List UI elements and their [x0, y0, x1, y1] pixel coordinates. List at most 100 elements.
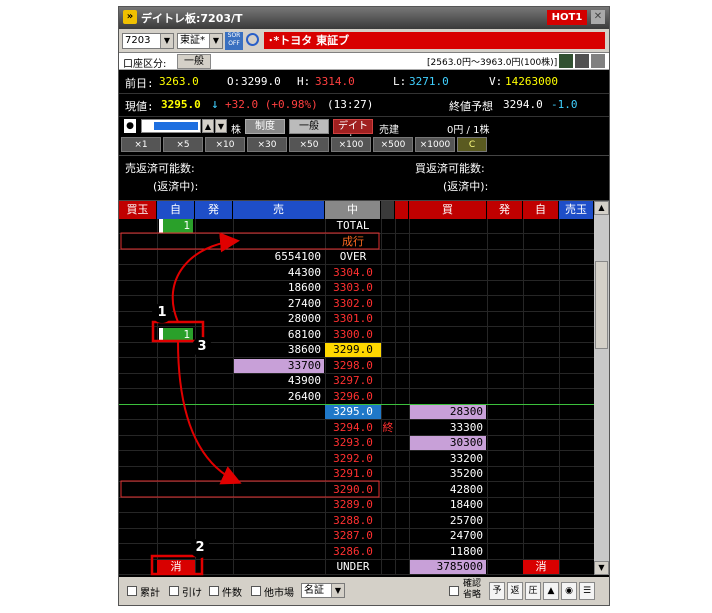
title-bar[interactable]: » デイトレ板:7203/T HOT1 ✕ — [119, 7, 609, 29]
board-scrollbar[interactable]: ▲ ▼ — [594, 201, 609, 575]
market-select[interactable]: 東証* ▼ — [177, 33, 223, 49]
price-change: +32.0 (+0.98%) — [225, 98, 318, 111]
header-mark — [381, 201, 395, 219]
board-row[interactable]: 44300 3304.0 — [119, 266, 594, 281]
level-icon[interactable]: ☰ — [579, 582, 595, 600]
cancel-buy-button[interactable]: 消 — [523, 560, 559, 574]
multiplier-button[interactable]: C — [457, 137, 487, 152]
high-label: H: — [297, 75, 311, 88]
board-row[interactable]: 18600 3303.0 — [119, 281, 594, 296]
other-market-checkbox[interactable] — [251, 586, 261, 596]
system-margin-button[interactable]: 制度 — [245, 119, 285, 134]
current-label: 現値: — [125, 100, 154, 113]
chevron-down-icon[interactable]: ▼ — [160, 34, 173, 48]
cell-price: 3290.0 — [333, 482, 373, 496]
chart-icon[interactable] — [559, 54, 573, 68]
unit-label: 株 — [231, 125, 241, 136]
panel-icon[interactable] — [591, 54, 605, 68]
cancel-sell-button[interactable]: 消 — [157, 560, 195, 574]
spin-up-icon[interactable]: ▲ — [202, 119, 214, 133]
grid-icon[interactable] — [575, 54, 589, 68]
cell-sell: 18600 — [287, 281, 321, 294]
market-selector[interactable]: 名証 ▼ — [301, 583, 345, 598]
prev-value: 3263.0 — [159, 75, 199, 88]
scroll-down-icon[interactable]: ▼ — [594, 561, 609, 575]
chevron-down-icon[interactable]: ▼ — [331, 584, 344, 597]
count-label: 件数 — [222, 588, 242, 599]
multiplier-button[interactable]: ×10 — [205, 137, 245, 152]
multiplier-button[interactable]: ×500 — [373, 137, 413, 152]
close-estimate-value: 3294.0 — [503, 98, 543, 111]
board-row[interactable]: 33700 3298.0 — [119, 358, 594, 374]
code-input[interactable]: 7203 ▼ — [122, 33, 174, 49]
header-issue-buy: 発 — [487, 201, 523, 219]
board-row[interactable]: 26400 3296.0 — [119, 390, 594, 405]
pin-icon[interactable]: ▲ — [543, 582, 559, 600]
pull-checkbox[interactable] — [169, 586, 179, 596]
multiplier-button[interactable]: ×30 — [247, 137, 287, 152]
board-row[interactable]: 3288.0 25700 — [119, 514, 594, 529]
chevron-down-icon[interactable]: ▼ — [209, 34, 222, 48]
daytrade-button[interactable]: デイトレ — [333, 119, 373, 145]
daytrade-board-window: » デイトレ板:7203/T HOT1 ✕ 7203 ▼ 東証* ▼ SOR O… — [118, 6, 610, 606]
open-label: O: — [227, 75, 241, 88]
header-buy: 買 — [409, 201, 487, 219]
board-row[interactable]: 43900 3297.0 — [119, 374, 594, 389]
confirm-skip-checkbox[interactable] — [449, 586, 459, 596]
cell-sell: 26400 — [287, 389, 321, 403]
board-row[interactable]: UNDER 3785000 消 消 — [119, 560, 594, 575]
cell-price: 3295.0 — [325, 405, 381, 419]
board-row[interactable]: 38600 3299.0 — [119, 343, 594, 358]
search-icon[interactable] — [246, 33, 259, 46]
board-row[interactable]: 1 68100 3300.0 — [119, 327, 594, 343]
market-value: 東証* — [180, 35, 205, 46]
scroll-up-icon[interactable]: ▲ — [594, 201, 609, 215]
account-type-button[interactable]: 一般 — [177, 54, 211, 69]
compress-icon[interactable]: 圧 — [525, 582, 541, 600]
board-row[interactable]: 1 TOTAL — [119, 219, 594, 234]
order-book-grid: 1 TOTAL 成行 6554100 OVER 44300 3304.0 18600 3303.… — [119, 219, 594, 575]
board-row[interactable]: 28000 3301.0 — [119, 312, 594, 327]
close-icon[interactable]: ✕ — [591, 10, 605, 24]
cell-price: 3286.0 — [333, 544, 373, 558]
spin-down-icon[interactable]: ▼ — [215, 119, 227, 133]
quantity-input[interactable] — [141, 119, 201, 133]
reserve-icon[interactable]: 予 — [489, 582, 505, 600]
board-row[interactable]: 3289.0 18400 — [119, 498, 594, 513]
cell-price: 3302.0 — [333, 296, 373, 310]
board-row[interactable]: 成行 — [119, 235, 594, 250]
return-icon[interactable]: 返 — [507, 582, 523, 600]
board-row[interactable]: 3292.0 33200 — [119, 452, 594, 467]
cell-buy: 28300 — [410, 405, 486, 419]
board-row[interactable]: 6554100 OVER — [119, 250, 594, 265]
board-row[interactable]: 3293.0 30300 — [119, 436, 594, 451]
lock-icon[interactable]: ● — [124, 119, 136, 133]
cell-price: OVER — [339, 250, 367, 263]
sor-toggle-button[interactable]: SOR OFF — [225, 32, 243, 50]
board-row[interactable]: 3295.0 28300 — [119, 405, 594, 420]
multiplier-button[interactable]: ×1 — [121, 137, 161, 152]
quote-row-2: 現値: 3295.0 ↓ +32.0 (+0.98%) (13:27) 終値予想… — [119, 94, 609, 117]
board-row[interactable]: 27400 3302.0 — [119, 297, 594, 312]
board-row[interactable]: 3294.0 終 33300 — [119, 421, 594, 436]
count-checkbox[interactable] — [209, 586, 219, 596]
cumulative-checkbox[interactable] — [127, 586, 137, 596]
hot-button[interactable]: HOT1 — [547, 10, 587, 25]
multiplier-button[interactable]: ×100 — [331, 137, 371, 152]
multiplier-button[interactable]: ×50 — [289, 137, 329, 152]
multiplier-button[interactable]: ×1000 — [415, 137, 455, 152]
general-margin-button[interactable]: 一般 — [289, 119, 329, 134]
app-logo-icon: » — [123, 10, 137, 24]
sell-available-label: 売返済可能数: — [125, 162, 195, 175]
cell-self-sell[interactable]: 1 — [159, 327, 193, 342]
board-row[interactable]: 3287.0 24700 — [119, 529, 594, 544]
multiplier-button[interactable]: ×5 — [163, 137, 203, 152]
quote-row-1: 前日: 3263.0 O: 3299.0 H: 3314.0 L: 3271.0… — [119, 71, 609, 94]
header-sell-position: 売玉 — [559, 201, 594, 219]
cell-sell: 68100 — [287, 327, 321, 341]
mouse-icon[interactable]: ◉ — [561, 582, 577, 600]
scroll-thumb[interactable] — [595, 261, 608, 349]
board-row[interactable]: 3291.0 35200 — [119, 467, 594, 482]
board-row[interactable]: 3290.0 42800 — [119, 483, 594, 498]
cell-self-sell[interactable]: 1 — [159, 219, 193, 233]
